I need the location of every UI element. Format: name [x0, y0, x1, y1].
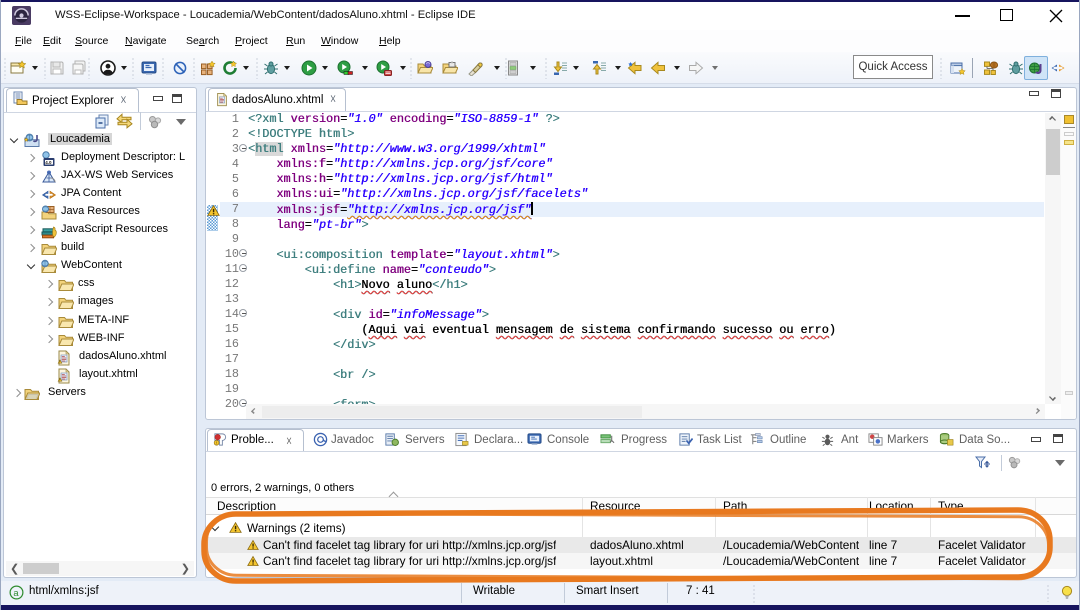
svg-text:4.0: 4.0 — [45, 160, 52, 165]
svg-text:a: a — [13, 588, 19, 598]
svg-text:!: ! — [216, 441, 217, 446]
svg-text:!: ! — [59, 360, 60, 364]
svg-text:!: ! — [59, 378, 60, 382]
